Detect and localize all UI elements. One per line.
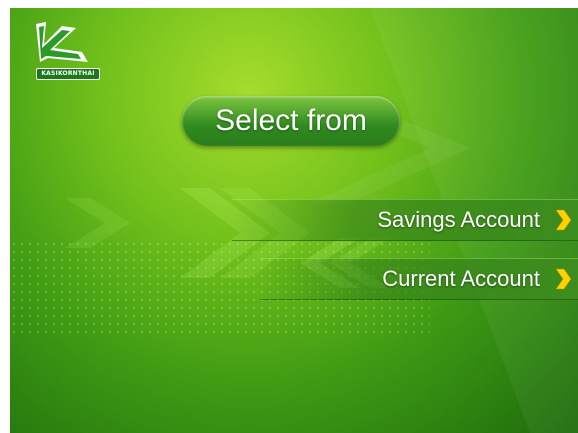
k-bank-logo-icon: KASIKORNTHAI [22, 18, 102, 80]
atm-screen: KASIKORNTHAI Select from Savings Account… [10, 8, 578, 433]
page-title: Select from [182, 96, 400, 146]
chevron-right-icon [555, 268, 572, 290]
current-account-label: Current Account [382, 266, 540, 291]
current-account-button[interactable]: Current Account [260, 258, 578, 300]
savings-account-label: Savings Account [377, 207, 540, 232]
chevron-right-icon [555, 209, 572, 231]
savings-account-button[interactable]: Savings Account [232, 199, 578, 241]
logo-wordmark: KASIKORNTHAI [36, 68, 100, 80]
